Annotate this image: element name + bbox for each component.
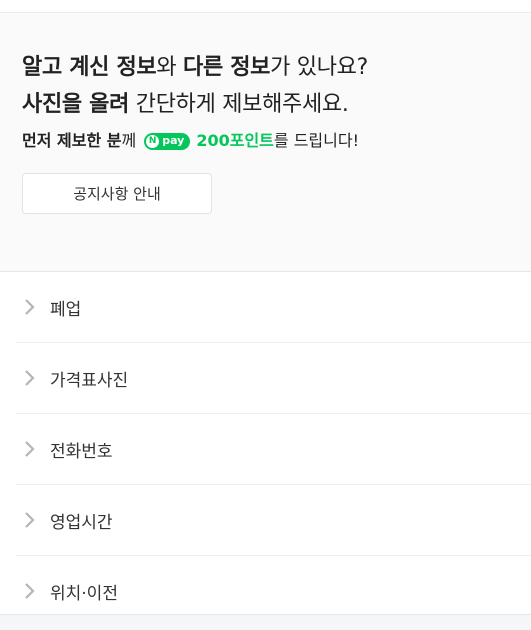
report-category-list: 폐업 가격표사진 전화번호 영업시간 위치·이전 <box>0 272 531 626</box>
chevron-right-icon <box>25 583 35 599</box>
npay-n-mark: N <box>146 134 160 148</box>
report-item-label: 위치·이전 <box>50 583 118 604</box>
notice-button[interactable]: 공지사항 안내 <box>22 173 212 214</box>
headline-bold-2: 다른 정보 <box>183 55 271 80</box>
promo-headline: 알고 계신 정보와 다른 정보가 있나요? 사진을 올려 간단하게 제보해주세요… <box>22 49 509 123</box>
top-bar <box>0 0 531 13</box>
report-item-hours[interactable]: 영업시간 <box>16 485 531 556</box>
reward-bold: 먼저 제보한 분 <box>22 131 122 150</box>
headline-bold-1: 알고 계신 정보 <box>22 55 157 80</box>
headline-text-2: 가 있나요? <box>270 55 368 80</box>
chevron-right-icon <box>25 299 35 315</box>
chevron-right-icon <box>25 441 35 457</box>
report-item-price-photo[interactable]: 가격표사진 <box>16 343 531 414</box>
report-item-closed[interactable]: 폐업 <box>16 272 531 343</box>
chevron-right-icon <box>25 512 35 528</box>
npay-badge-icon: Npay <box>144 132 191 150</box>
npay-label: pay <box>162 134 185 147</box>
reward-end-text: 를 드립니다! <box>273 131 360 150</box>
reward-line: 먼저 제보한 분께 Npay 200포인트 를 드립니다! <box>22 129 509 153</box>
footer-strip <box>0 614 531 630</box>
headline-bold-3: 사진을 올려 <box>22 92 130 117</box>
report-item-label: 폐업 <box>50 299 82 320</box>
headline-text-3: 간단하게 제보해주세요. <box>129 92 349 117</box>
report-item-label: 영업시간 <box>50 512 113 533</box>
report-item-label: 가격표사진 <box>50 370 129 391</box>
chevron-right-icon <box>25 370 35 386</box>
report-item-label: 전화번호 <box>50 441 113 462</box>
report-promo-section: 알고 계신 정보와 다른 정보가 있나요? 사진을 올려 간단하게 제보해주세요… <box>0 13 531 272</box>
report-item-phone[interactable]: 전화번호 <box>16 414 531 485</box>
reward-text: 께 <box>121 131 137 150</box>
headline-text-1: 와 <box>156 55 183 80</box>
reward-points: 200포인트 <box>196 131 274 150</box>
